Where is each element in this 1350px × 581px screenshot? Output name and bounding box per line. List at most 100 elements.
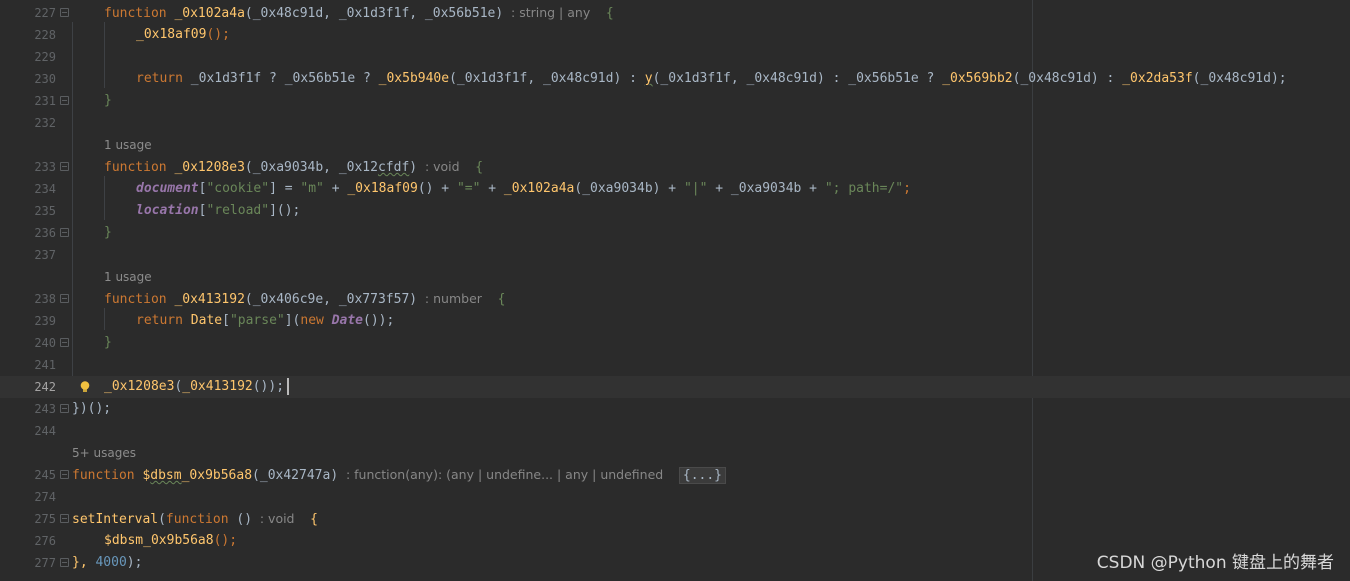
code-line[interactable]: 235 location["reload"](); (0, 200, 1350, 222)
string-literal: "|" (683, 181, 708, 196)
code-line[interactable]: 236 } (0, 222, 1350, 244)
params: cfdf (377, 160, 410, 175)
type-hint: : void (424, 159, 460, 174)
code-line[interactable]: 243 })(); (0, 398, 1350, 420)
open-brace: { (605, 6, 614, 21)
line-number: 232 (34, 116, 56, 130)
collapsed-block[interactable]: {...} (678, 467, 727, 484)
code-text: ] = (269, 181, 301, 196)
fold-icon[interactable] (60, 514, 69, 523)
fold-icon[interactable] (60, 470, 69, 479)
code-text: ]( (284, 313, 301, 328)
line-content: function $dbsm_0x9b56a8(_0x42747a) : fun… (72, 464, 727, 487)
code-line[interactable]: 232 (0, 112, 1350, 134)
code-line[interactable]: 229 (0, 46, 1350, 68)
code-text: ](); (269, 203, 301, 218)
code-line[interactable]: 234 document["cookie"] = "m" + _0x18af09… (0, 178, 1350, 200)
code-line[interactable]: 228 _0x18af09(); (0, 24, 1350, 46)
number-literal: 4000 (95, 555, 127, 570)
function-name: _0x102a4a (174, 6, 245, 21)
line-content: _0x18af09(); (136, 24, 230, 46)
string-literal: "cookie" (206, 181, 270, 196)
params: (_0x42747a) (252, 468, 339, 483)
line-number: 231 (34, 94, 56, 108)
line-number: 276 (34, 534, 56, 548)
close-brace: } (104, 93, 112, 108)
fold-icon[interactable] (60, 162, 69, 171)
line-number: 227 (34, 6, 56, 20)
global-object: location (136, 203, 199, 218)
line-content: return Date["parse"](new Date()); (136, 310, 394, 332)
code-text: (_0xa9034b) + (574, 181, 684, 196)
code-line[interactable]: 240 } (0, 332, 1350, 354)
current-code-line[interactable]: 242 _0x1208e3(_0x413192()); (0, 376, 1350, 398)
string-literal: "m" (300, 181, 324, 196)
global-object: Date (331, 313, 364, 328)
code-editor[interactable]: 227 function _0x102a4a(_0x48c91d, _0x1d3… (0, 0, 1350, 581)
code-line[interactable]: 231 } (0, 90, 1350, 112)
line-content: location["reload"](); (136, 200, 300, 222)
line-content: function _0x1208e3(_0xa9034b, _0x12cfdf)… (104, 156, 483, 179)
function-call: _0x5b940e (378, 71, 450, 86)
code-line[interactable]: 227 function _0x102a4a(_0x48c91d, _0x1d3… (0, 2, 1350, 24)
code-line[interactable]: 238 function _0x413192(_0x406c9e, _0x773… (0, 288, 1350, 310)
function-call: _0x1208e3 (104, 379, 175, 394)
code-text: (_0x48c91d) : (1012, 71, 1123, 86)
code-line[interactable]: 244 (0, 420, 1350, 442)
line-number: 229 (34, 50, 56, 64)
usage-hint[interactable]: 1 usage (104, 266, 152, 288)
fold-icon[interactable] (60, 228, 69, 237)
usage-hint[interactable]: 1 usage (104, 134, 152, 156)
params: (_0xa9034b, _0x12 (244, 160, 378, 175)
line-number: 234 (34, 182, 56, 196)
code-text: _0x1d3f1f ? _0x56b51e ? (182, 71, 379, 86)
code-line[interactable]: 233 function _0x1208e3(_0xa9034b, _0x12c… (0, 156, 1350, 178)
fold-icon[interactable] (60, 404, 69, 413)
code-line[interactable]: 239 return Date["parse"](new Date()); (0, 310, 1350, 332)
code-line[interactable]: 245 function $dbsm_0x9b56a8(_0x42747a) :… (0, 464, 1350, 486)
text-caret (287, 378, 289, 395)
type-hint: : number (424, 291, 482, 306)
code-text: + (323, 181, 348, 196)
keyword-return: return (136, 313, 183, 328)
line-number: 239 (34, 314, 56, 328)
fold-icon[interactable] (60, 96, 69, 105)
line-content: function _0x102a4a(_0x48c91d, _0x1d3f1f,… (104, 2, 614, 25)
keyword-return: return (136, 71, 183, 86)
line-number: 235 (34, 204, 56, 218)
fold-icon[interactable] (60, 338, 69, 347)
punct: ; (903, 181, 911, 196)
line-number: 240 (34, 336, 56, 350)
line-number: 245 (34, 468, 56, 482)
fold-icon[interactable] (60, 558, 69, 567)
code-text: (_0x48c91d); (1192, 71, 1287, 86)
code-line[interactable]: 230 return _0x1d3f1f ? _0x56b51e ? _0x5b… (0, 68, 1350, 90)
code-text: ( (158, 512, 166, 527)
code-text: ); (126, 555, 143, 570)
identifier: Date (190, 313, 223, 328)
usage-hint-row: 5+ usages (0, 442, 1350, 464)
lightbulb-icon[interactable] (78, 380, 92, 394)
line-content: document["cookie"] = "m" + _0x18af09() +… (136, 178, 911, 200)
line-number: 244 (34, 424, 56, 438)
code-line[interactable]: 237 (0, 244, 1350, 266)
code-text: () + (417, 181, 457, 196)
function-call: setInterval (72, 512, 159, 527)
code-line[interactable]: 275 setInterval(function () : void { (0, 508, 1350, 530)
line-content: _0x1208e3(_0x413192()); (104, 376, 284, 398)
line-number: 236 (34, 226, 56, 240)
usage-hint-row: 1 usage (0, 266, 1350, 288)
string-literal: "reload" (206, 203, 270, 218)
fold-icon[interactable] (60, 294, 69, 303)
line-number: 277 (34, 556, 56, 570)
fold-icon[interactable] (60, 8, 69, 17)
code-line[interactable]: 274 (0, 486, 1350, 508)
code-line[interactable]: 241 (0, 354, 1350, 376)
line-number: 274 (34, 490, 56, 504)
function-call: $dbsm_0x9b56a8 (104, 533, 214, 548)
line-content: setInterval(function () : void { (72, 508, 318, 531)
usage-hint[interactable]: 5+ usages (72, 442, 136, 464)
function-name: _0x1208e3 (174, 160, 245, 175)
function-name: dbsm (150, 468, 182, 483)
line-number: 242 (34, 380, 56, 394)
